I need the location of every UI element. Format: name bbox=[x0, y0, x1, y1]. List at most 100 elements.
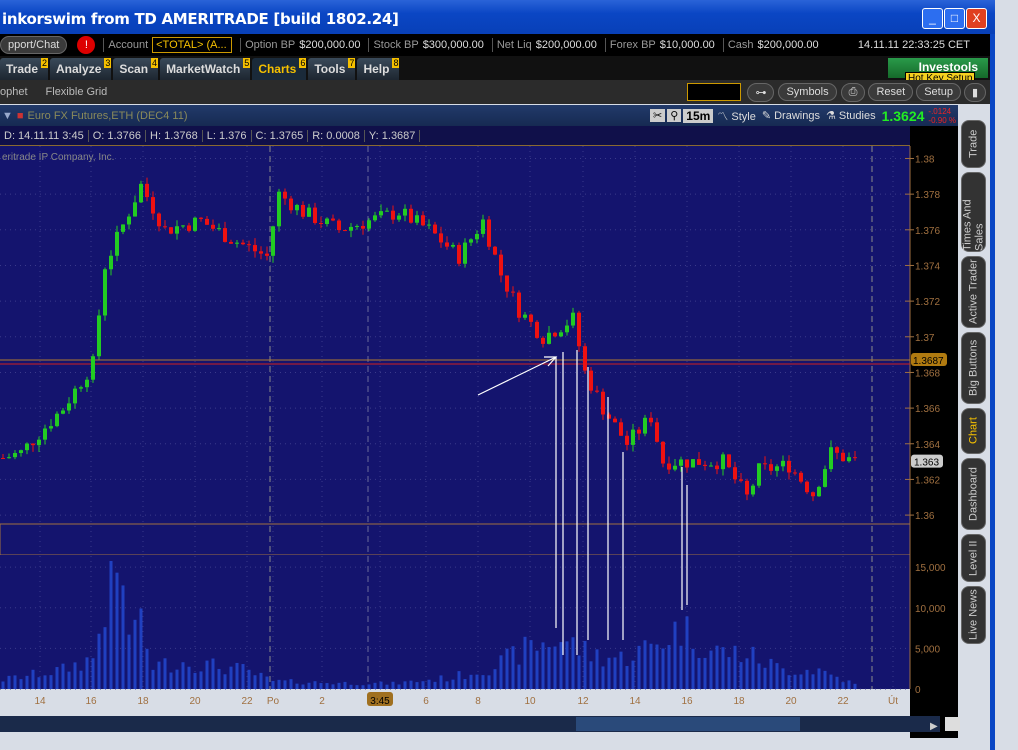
candle-body bbox=[799, 472, 803, 482]
volume-bar bbox=[745, 658, 749, 689]
candle-body bbox=[427, 224, 431, 226]
candle-body bbox=[781, 460, 785, 467]
volume-bar bbox=[217, 668, 221, 689]
maximize-button[interactable]: □ bbox=[944, 8, 965, 29]
symbol-label[interactable]: Euro FX Futures,ETH (DEC4 11) bbox=[28, 110, 188, 122]
candle-body bbox=[403, 208, 407, 216]
pane-separator bbox=[0, 523, 911, 556]
print-icon[interactable]: ⎙ bbox=[840, 82, 866, 102]
volume-bar bbox=[223, 674, 227, 689]
candle-body bbox=[691, 459, 695, 468]
volume-bar bbox=[541, 642, 545, 689]
candle-body bbox=[109, 255, 113, 270]
magnifier-icon[interactable]: ⚲ bbox=[667, 109, 682, 122]
reset-button[interactable]: Reset bbox=[868, 83, 914, 101]
account-bar: pport/Chat ! Account <TOTAL> (A... Optio… bbox=[0, 34, 990, 56]
charts-subbar: ophet Flexible Grid ⊶ Symbols ⎙ Reset Se… bbox=[0, 80, 990, 104]
zoom-handle-icon bbox=[945, 717, 960, 731]
support-chat-button[interactable]: pport/Chat bbox=[0, 36, 68, 54]
grid-selector[interactable] bbox=[687, 83, 742, 101]
setup-button[interactable]: Setup bbox=[916, 83, 961, 101]
volume-bar bbox=[349, 684, 353, 689]
link-icon[interactable]: ⊶ bbox=[747, 82, 775, 102]
volume-bar bbox=[193, 672, 197, 689]
price-tick-label: 1.374 bbox=[915, 261, 940, 272]
close-button[interactable]: X bbox=[966, 8, 987, 29]
minimize-button[interactable]: _ bbox=[922, 8, 943, 29]
subtab-flexible-grid[interactable]: Flexible Grid bbox=[46, 86, 108, 98]
volume-bar bbox=[211, 658, 215, 689]
tab-scan[interactable]: Scan 4 bbox=[113, 58, 159, 80]
chart-canvas[interactable]: 1.381.3781.3761.3741.3721.371.3681.3661.… bbox=[0, 146, 990, 736]
candle-body bbox=[25, 443, 29, 451]
drawings-button[interactable]: ✎ Drawings bbox=[762, 109, 820, 122]
subtab-prophet[interactable]: ophet bbox=[0, 86, 28, 98]
volume-bar bbox=[757, 663, 761, 689]
side-tab-active-trader[interactable]: Active Trader bbox=[961, 256, 986, 328]
symbol-menu-icon[interactable]: ▼ bbox=[2, 110, 13, 122]
volume-bar bbox=[553, 646, 557, 689]
alert-icon[interactable]: ! bbox=[77, 36, 96, 54]
side-tab-chart[interactable]: Chart bbox=[961, 408, 986, 454]
candle-body bbox=[589, 370, 593, 391]
candle-body bbox=[517, 292, 521, 318]
info-high: H: 1.3768 bbox=[146, 129, 203, 142]
tab-analyze[interactable]: Analyze 3 bbox=[50, 58, 112, 80]
volume-bar bbox=[661, 648, 665, 689]
volume-bar bbox=[643, 640, 647, 689]
volume-bar bbox=[691, 648, 695, 689]
price-tick-label: 1.37 bbox=[915, 333, 935, 344]
detach-icon[interactable]: ▮ bbox=[963, 82, 986, 102]
volume-bar bbox=[385, 684, 389, 689]
candle-body bbox=[811, 492, 815, 497]
candle-body bbox=[397, 215, 401, 220]
volume-bar bbox=[55, 667, 59, 689]
candle-body bbox=[241, 242, 245, 245]
tab-tools[interactable]: Tools 7 bbox=[308, 58, 356, 80]
volume-bar bbox=[343, 681, 347, 689]
candle-body bbox=[541, 337, 545, 344]
volume-bar bbox=[67, 671, 71, 689]
candle-body bbox=[163, 226, 167, 228]
style-button[interactable]: 〽 Style bbox=[717, 108, 756, 124]
volume-bar bbox=[517, 664, 521, 689]
volume-bar bbox=[97, 633, 101, 689]
side-tab-level-ii[interactable]: Level II bbox=[961, 534, 986, 582]
time-tick-label: 18 bbox=[733, 696, 745, 707]
candle-body bbox=[697, 459, 701, 465]
candle-body bbox=[151, 197, 155, 214]
side-tab-live-news[interactable]: Live News bbox=[961, 586, 986, 644]
candle-body bbox=[667, 463, 671, 470]
tab-marketwatch[interactable]: MarketWatch 5 bbox=[160, 58, 251, 80]
volume-bar bbox=[91, 658, 95, 689]
volume-bar bbox=[151, 669, 155, 689]
candle-body bbox=[823, 469, 827, 487]
candle-body bbox=[85, 379, 89, 388]
studies-button[interactable]: ⚗ Studies bbox=[826, 109, 876, 122]
link-color-icon[interactable]: ■ bbox=[17, 110, 24, 122]
tab-help[interactable]: Help 8 bbox=[357, 58, 400, 80]
volume-bar bbox=[43, 675, 47, 689]
candle-body bbox=[679, 459, 683, 466]
volume-bar bbox=[481, 675, 485, 689]
volume-bar bbox=[127, 634, 131, 689]
side-tab-trade[interactable]: Trade bbox=[961, 120, 986, 168]
account-select[interactable]: <TOTAL> (A... bbox=[152, 37, 233, 53]
candle-body bbox=[487, 219, 491, 247]
candle-body bbox=[73, 388, 77, 404]
side-tab-dashboard[interactable]: Dashboard bbox=[961, 458, 986, 530]
candle-body bbox=[391, 210, 395, 220]
candle-body bbox=[481, 219, 485, 234]
option-bp-label: Option BP bbox=[245, 39, 296, 51]
interval-button[interactable]: 15m bbox=[683, 108, 714, 123]
candle-body bbox=[283, 191, 287, 199]
side-tab-big-buttons[interactable]: Big Buttons bbox=[961, 332, 986, 404]
tab-trade[interactable]: Trade 2 bbox=[0, 58, 49, 80]
side-tab-times-and-sales[interactable]: Times And Sales bbox=[961, 172, 986, 252]
volume-bar bbox=[727, 657, 731, 689]
symbols-button[interactable]: Symbols bbox=[778, 83, 837, 101]
price-tick-label: 1.372 bbox=[915, 297, 940, 308]
tab-charts[interactable]: Charts 6 bbox=[252, 58, 307, 80]
crosshair-icon[interactable]: ✂ bbox=[649, 109, 666, 122]
hotkey-badge: 6 bbox=[299, 58, 307, 68]
